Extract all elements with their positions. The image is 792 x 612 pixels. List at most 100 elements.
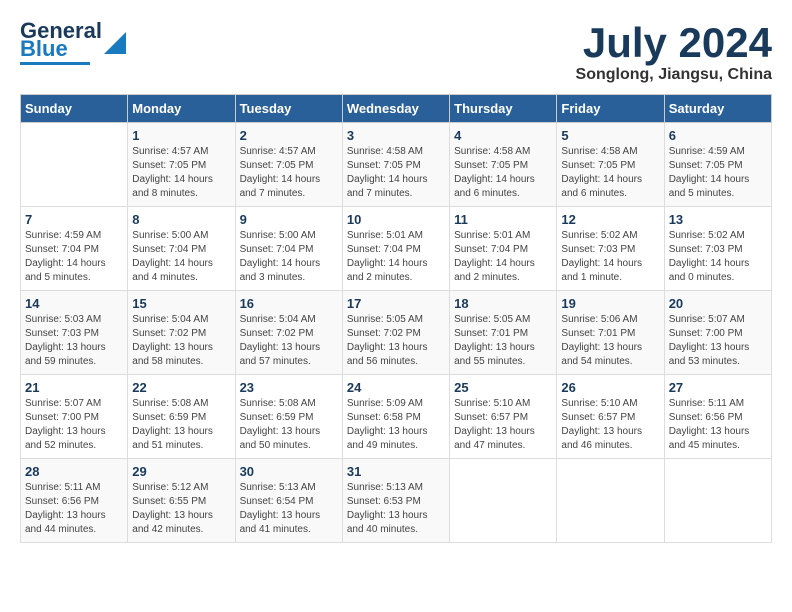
calendar-cell xyxy=(664,459,771,543)
day-number: 15 xyxy=(132,296,230,311)
calendar-cell: 7Sunrise: 4:59 AM Sunset: 7:04 PM Daylig… xyxy=(21,207,128,291)
calendar-header-row: SundayMondayTuesdayWednesdayThursdayFrid… xyxy=(21,95,772,123)
calendar-cell: 19 Sunrise: 5:06 AM Sunset: 7:01 PM Dayli… xyxy=(557,291,664,375)
calendar-table: SundayMondayTuesdayWednesdayThursdayFrid… xyxy=(20,94,772,543)
day-number: 9 xyxy=(240,212,338,227)
day-number: 19 xyxy=(561,296,659,311)
day-info: Sunrise: 4:58 AM Sunset: 7:05 PM Dayligh… xyxy=(347,145,445,201)
day-info: Sunrise: 5:05 AM Sunset: 7:01 PM Dayligh… xyxy=(454,313,552,369)
day-info: Sunrise: 5:04 AM Sunset: 7:02 PM Dayligh… xyxy=(240,313,338,369)
calendar-cell: 27 Sunrise: 5:11 AM Sunset: 6:56 PM Dayli… xyxy=(664,375,771,459)
day-info: Sunrise: 5:11 AM Sunset: 6:56 PM Dayligh… xyxy=(25,481,123,537)
calendar-cell: 17 Sunrise: 5:05 AM Sunset: 7:02 PM Dayli… xyxy=(342,291,449,375)
calendar-cell xyxy=(450,459,557,543)
calendar-cell: 14 Sunrise: 5:03 AM Sunset: 7:03 PM Dayli… xyxy=(21,291,128,375)
day-info: Sunrise: 5:10 AM Sunset: 6:57 PM Dayligh… xyxy=(454,397,552,453)
calendar-cell: 9Sunrise: 5:00 AM Sunset: 7:04 PM Daylig… xyxy=(235,207,342,291)
calendar-cell: 11 Sunrise: 5:01 AM Sunset: 7:04 PM Dayli… xyxy=(450,207,557,291)
header-wednesday: Wednesday xyxy=(342,95,449,123)
calendar-cell: 21Sunrise: 5:07 AM Sunset: 7:00 PM Dayli… xyxy=(21,375,128,459)
day-number: 2 xyxy=(240,128,338,143)
day-number: 26 xyxy=(561,380,659,395)
day-info: Sunrise: 5:10 AM Sunset: 6:57 PM Dayligh… xyxy=(561,397,659,453)
calendar-cell: 4Sunrise: 4:58 AM Sunset: 7:05 PM Daylig… xyxy=(450,123,557,207)
day-info: Sunrise: 5:11 AM Sunset: 6:56 PM Dayligh… xyxy=(669,397,767,453)
page-header: GeneralBlue July 2024 Songlong, Jiangsu,… xyxy=(20,20,772,84)
calendar-cell: 30 Sunrise: 5:13 AM Sunset: 6:54 PM Dayli… xyxy=(235,459,342,543)
day-number: 5 xyxy=(561,128,659,143)
logo-text: GeneralBlue xyxy=(20,20,102,60)
calendar-cell: 28Sunrise: 5:11 AM Sunset: 6:56 PM Dayli… xyxy=(21,459,128,543)
calendar-week-row: 1 Sunrise: 4:57 AM Sunset: 7:05 PM Daylig… xyxy=(21,123,772,207)
day-number: 1 xyxy=(132,128,230,143)
day-info: Sunrise: 5:09 AM Sunset: 6:58 PM Dayligh… xyxy=(347,397,445,453)
day-number: 11 xyxy=(454,212,552,227)
calendar-cell: 6Sunrise: 4:59 AM Sunset: 7:05 PM Daylig… xyxy=(664,123,771,207)
calendar-cell: 8 Sunrise: 5:00 AM Sunset: 7:04 PM Daylig… xyxy=(128,207,235,291)
day-number: 21 xyxy=(25,380,123,395)
day-info: Sunrise: 5:08 AM Sunset: 6:59 PM Dayligh… xyxy=(132,397,230,453)
day-info: Sunrise: 5:01 AM Sunset: 7:04 PM Dayligh… xyxy=(347,229,445,285)
day-number: 20 xyxy=(669,296,767,311)
day-info: Sunrise: 5:08 AM Sunset: 6:59 PM Dayligh… xyxy=(240,397,338,453)
day-info: Sunrise: 5:05 AM Sunset: 7:02 PM Dayligh… xyxy=(347,313,445,369)
header-monday: Monday xyxy=(128,95,235,123)
day-number: 17 xyxy=(347,296,445,311)
calendar-cell: 15Sunrise: 5:04 AM Sunset: 7:02 PM Dayli… xyxy=(128,291,235,375)
title-area: July 2024 Songlong, Jiangsu, China xyxy=(576,20,772,84)
day-info: Sunrise: 5:13 AM Sunset: 6:54 PM Dayligh… xyxy=(240,481,338,537)
calendar-cell: 2 Sunrise: 4:57 AM Sunset: 7:05 PM Daylig… xyxy=(235,123,342,207)
day-number: 31 xyxy=(347,464,445,479)
calendar-cell: 10 Sunrise: 5:01 AM Sunset: 7:04 PM Dayli… xyxy=(342,207,449,291)
day-info: Sunrise: 5:01 AM Sunset: 7:04 PM Dayligh… xyxy=(454,229,552,285)
day-number: 8 xyxy=(132,212,230,227)
day-number: 12 xyxy=(561,212,659,227)
day-info: Sunrise: 4:59 AM Sunset: 7:04 PM Dayligh… xyxy=(25,229,123,285)
calendar-cell: 13Sunrise: 5:02 AM Sunset: 7:03 PM Dayli… xyxy=(664,207,771,291)
day-info: Sunrise: 5:07 AM Sunset: 7:00 PM Dayligh… xyxy=(669,313,767,369)
day-info: Sunrise: 5:03 AM Sunset: 7:03 PM Dayligh… xyxy=(25,313,123,369)
calendar-cell: 20 Sunrise: 5:07 AM Sunset: 7:00 PM Dayli… xyxy=(664,291,771,375)
logo-icon xyxy=(104,32,126,54)
day-number: 25 xyxy=(454,380,552,395)
calendar-week-row: 14 Sunrise: 5:03 AM Sunset: 7:03 PM Dayli… xyxy=(21,291,772,375)
day-number: 27 xyxy=(669,380,767,395)
day-info: Sunrise: 5:02 AM Sunset: 7:03 PM Dayligh… xyxy=(669,229,767,285)
calendar-cell: 24 Sunrise: 5:09 AM Sunset: 6:58 PM Dayli… xyxy=(342,375,449,459)
calendar-cell: 31 Sunrise: 5:13 AM Sunset: 6:53 PM Dayli… xyxy=(342,459,449,543)
month-year-title: July 2024 xyxy=(576,20,772,66)
calendar-cell: 29 Sunrise: 5:12 AM Sunset: 6:55 PM Dayli… xyxy=(128,459,235,543)
header-sunday: Sunday xyxy=(21,95,128,123)
calendar-cell: 3 Sunrise: 4:58 AM Sunset: 7:05 PM Daylig… xyxy=(342,123,449,207)
calendar-week-row: 7Sunrise: 4:59 AM Sunset: 7:04 PM Daylig… xyxy=(21,207,772,291)
header-friday: Friday xyxy=(557,95,664,123)
day-info: Sunrise: 5:00 AM Sunset: 7:04 PM Dayligh… xyxy=(132,229,230,285)
day-number: 30 xyxy=(240,464,338,479)
day-info: Sunrise: 5:06 AM Sunset: 7:01 PM Dayligh… xyxy=(561,313,659,369)
header-tuesday: Tuesday xyxy=(235,95,342,123)
day-number: 24 xyxy=(347,380,445,395)
day-number: 16 xyxy=(240,296,338,311)
calendar-cell: 16 Sunrise: 5:04 AM Sunset: 7:02 PM Dayli… xyxy=(235,291,342,375)
day-number: 14 xyxy=(25,296,123,311)
calendar-cell: 1 Sunrise: 4:57 AM Sunset: 7:05 PM Daylig… xyxy=(128,123,235,207)
calendar-cell: 22 Sunrise: 5:08 AM Sunset: 6:59 PM Dayli… xyxy=(128,375,235,459)
day-info: Sunrise: 4:57 AM Sunset: 7:05 PM Dayligh… xyxy=(240,145,338,201)
day-number: 29 xyxy=(132,464,230,479)
day-info: Sunrise: 5:12 AM Sunset: 6:55 PM Dayligh… xyxy=(132,481,230,537)
day-info: Sunrise: 4:58 AM Sunset: 7:05 PM Dayligh… xyxy=(561,145,659,201)
calendar-cell xyxy=(557,459,664,543)
day-number: 22 xyxy=(132,380,230,395)
day-number: 3 xyxy=(347,128,445,143)
calendar-cell xyxy=(21,123,128,207)
calendar-week-row: 28Sunrise: 5:11 AM Sunset: 6:56 PM Dayli… xyxy=(21,459,772,543)
day-number: 10 xyxy=(347,212,445,227)
logo: GeneralBlue xyxy=(20,20,126,65)
calendar-cell: 12Sunrise: 5:02 AM Sunset: 7:03 PM Dayli… xyxy=(557,207,664,291)
day-info: Sunrise: 4:57 AM Sunset: 7:05 PM Dayligh… xyxy=(132,145,230,201)
day-number: 6 xyxy=(669,128,767,143)
day-number: 4 xyxy=(454,128,552,143)
day-number: 23 xyxy=(240,380,338,395)
header-thursday: Thursday xyxy=(450,95,557,123)
day-info: Sunrise: 5:13 AM Sunset: 6:53 PM Dayligh… xyxy=(347,481,445,537)
